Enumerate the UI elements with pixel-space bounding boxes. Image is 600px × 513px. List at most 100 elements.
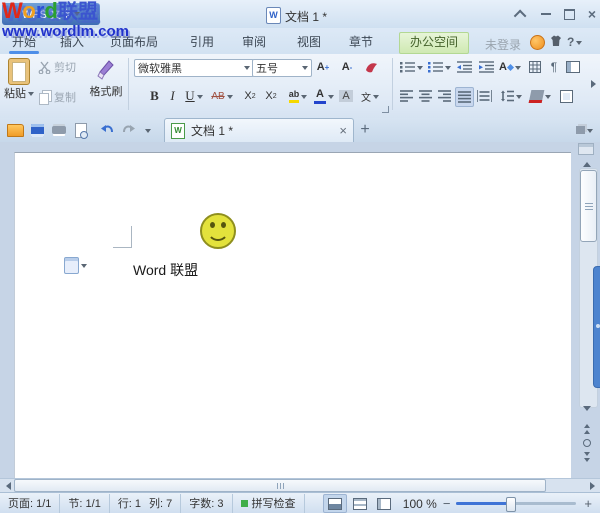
wps-app-menu-button[interactable]: WPS 文字 <box>2 3 100 25</box>
shrink-font-button[interactable]: A- <box>336 58 358 76</box>
fold-ribbon-button[interactable] <box>511 6 531 22</box>
char-shading-button[interactable]: A <box>337 87 355 105</box>
scroll-down-button[interactable] <box>578 404 596 416</box>
numbered-list-icon <box>428 61 443 73</box>
help-button[interactable]: ? <box>567 35 582 49</box>
print-preview-button[interactable] <box>70 120 92 140</box>
previous-page-button[interactable] <box>578 420 596 434</box>
show-marks-button[interactable]: ¶ <box>546 58 562 76</box>
zoom-slider-handle[interactable] <box>506 497 516 512</box>
zoom-level[interactable]: 100 % <box>403 497 437 511</box>
page-view-button[interactable] <box>323 494 347 513</box>
font-dialog-launcher[interactable] <box>382 106 389 113</box>
font-name-combo[interactable]: 微软雅黑 <box>134 59 254 77</box>
numbered-list-button[interactable] <box>426 58 452 76</box>
grow-font-button[interactable]: A+ <box>312 58 334 76</box>
scroll-left-button[interactable] <box>0 479 12 492</box>
align-left-button[interactable] <box>398 87 415 105</box>
shading-button[interactable] <box>526 87 554 105</box>
tab-home[interactable]: 开始 <box>8 32 40 52</box>
font-color-button[interactable]: A <box>313 87 335 105</box>
italic-button[interactable]: I <box>165 87 180 105</box>
document-map-button[interactable] <box>564 58 582 76</box>
align-center-button[interactable] <box>417 87 434 105</box>
browse-object-icon <box>583 439 591 447</box>
next-page-button[interactable] <box>578 451 596 465</box>
status-word-count[interactable]: 字数: 3 <box>181 494 232 513</box>
justify-button[interactable] <box>455 87 474 107</box>
ribbon-expand-button[interactable] <box>591 80 600 88</box>
web-layout-button[interactable] <box>373 495 395 512</box>
spell-check-status[interactable]: 拼写检查 <box>233 494 305 513</box>
align-right-button[interactable] <box>436 87 453 105</box>
format-painter-button[interactable]: 格式刷 <box>86 57 126 113</box>
document-page[interactable] <box>14 152 571 479</box>
increase-indent-button[interactable] <box>476 58 496 76</box>
close-button[interactable]: × <box>582 6 600 22</box>
font-size-combo[interactable]: 五号 <box>252 59 312 77</box>
subscript-button[interactable]: X2 <box>261 87 281 105</box>
minimize-button[interactable] <box>536 6 556 22</box>
zoom-out-button[interactable]: − <box>443 496 451 511</box>
scroll-right-button[interactable] <box>588 479 600 492</box>
zoom-slider-track[interactable] <box>456 502 576 505</box>
distribute-button[interactable] <box>475 87 494 105</box>
strikethrough-button[interactable]: AB <box>208 87 236 105</box>
tab-page-layout[interactable]: 页面布局 <box>106 32 162 52</box>
status-section[interactable]: 节: 1/1 <box>60 494 109 513</box>
login-status[interactable]: 未登录 <box>485 36 521 53</box>
smiley-eye <box>221 222 226 228</box>
paste-options-button[interactable] <box>64 257 87 274</box>
copy-button[interactable]: 复制 <box>38 89 76 105</box>
outline-view-icon <box>353 498 367 510</box>
help-icon: ? <box>567 35 574 49</box>
doc-tab-active[interactable]: W 文档 1 * × <box>164 118 354 142</box>
select-browse-object-button[interactable] <box>578 437 596 449</box>
save-button[interactable] <box>26 120 48 140</box>
decrease-indent-button[interactable] <box>454 58 474 76</box>
horizontal-scrollbar-thumb[interactable] <box>14 479 546 492</box>
tab-section[interactable]: 章节 <box>345 32 377 52</box>
cut-button[interactable]: 剪切 <box>38 59 76 75</box>
tab-view[interactable]: 视图 <box>293 32 325 52</box>
tab-list-button[interactable] <box>572 120 596 140</box>
justify-icon <box>458 91 471 103</box>
undo-button[interactable] <box>96 120 118 140</box>
vertical-scrollbar-thumb[interactable] <box>580 170 597 242</box>
outline-view-button[interactable] <box>349 495 371 512</box>
skin-icon[interactable] <box>549 34 563 48</box>
tab-references[interactable]: 引用 <box>186 32 218 52</box>
clear-format-button[interactable] <box>360 58 382 76</box>
tab-insert[interactable]: 插入 <box>56 32 88 52</box>
tab-review[interactable]: 审阅 <box>238 32 270 52</box>
new-tab-button[interactable]: + <box>354 120 376 140</box>
align-left-icon <box>400 90 413 102</box>
feedback-icon[interactable] <box>530 35 545 50</box>
superscript-button[interactable]: X2 <box>240 87 260 105</box>
phonetic-guide-button[interactable]: 文 <box>357 87 383 105</box>
bold-button[interactable]: B <box>146 87 163 105</box>
print-button[interactable] <box>48 120 70 140</box>
borders-button[interactable] <box>557 87 575 105</box>
scroll-up-button[interactable] <box>578 156 596 168</box>
tab-office-space[interactable]: 办公空间 <box>399 32 469 54</box>
bullet-list-button[interactable] <box>398 58 424 76</box>
side-panel-tab[interactable] <box>593 266 600 388</box>
margin-corner-mark <box>113 247 132 248</box>
zoom-in-button[interactable]: + <box>584 496 592 511</box>
paste-button[interactable]: 粘贴 <box>4 57 34 113</box>
split-box-icon[interactable] <box>578 143 594 155</box>
titlebar-doc-title: 文档 1 * <box>285 8 327 25</box>
qat-customize-button[interactable] <box>140 120 154 140</box>
underline-button[interactable]: U <box>182 87 206 105</box>
redo-button[interactable] <box>118 120 140 140</box>
text-effects-button[interactable]: A <box>498 58 522 76</box>
status-page[interactable]: 页面: 1/1 <box>0 494 60 513</box>
increase-indent-icon <box>479 61 494 73</box>
open-button[interactable] <box>4 120 26 140</box>
doc-tab-close-button[interactable]: × <box>339 123 347 138</box>
insert-table-button[interactable] <box>526 58 544 76</box>
highlight-button[interactable]: ab <box>285 87 311 105</box>
line-spacing-button[interactable] <box>497 87 523 105</box>
maximize-button[interactable] <box>559 6 579 22</box>
